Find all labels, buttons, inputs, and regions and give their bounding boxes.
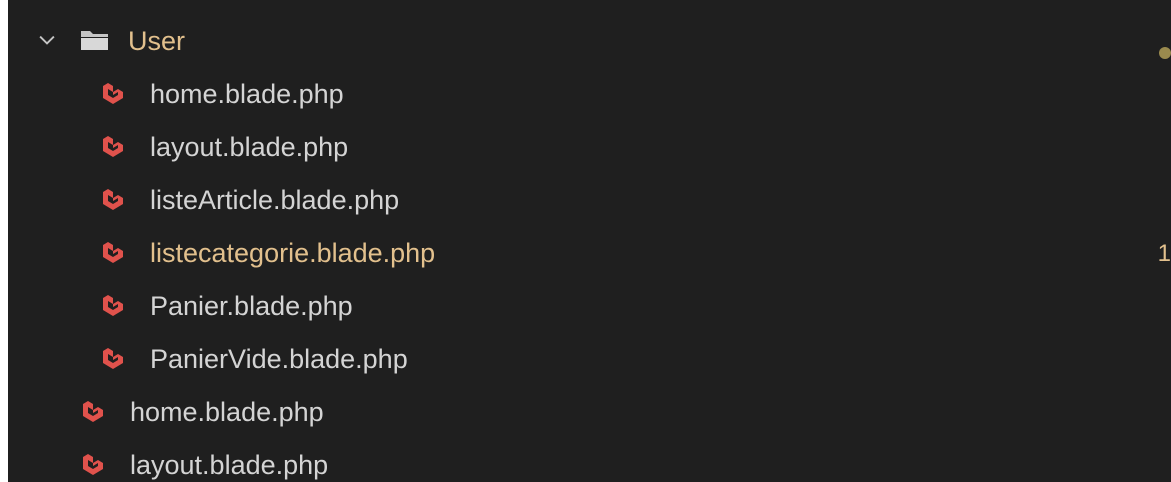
file-explorer: User home.blade.php layout.blade.php lis… <box>8 0 1171 482</box>
file-row[interactable]: listeArticle.blade.php <box>8 174 1171 227</box>
file-row[interactable]: home.blade.php <box>8 386 1171 439</box>
modified-dot-indicator <box>1159 47 1171 59</box>
folder-label: User <box>128 26 186 56</box>
laravel-icon <box>83 401 103 422</box>
file-label: PanierVide.blade.php <box>150 344 408 374</box>
file-row[interactable]: layout.blade.php <box>8 439 1171 482</box>
file-label: listeArticle.blade.php <box>150 185 400 215</box>
folder-row-user[interactable]: User <box>8 15 1171 68</box>
file-label: home.blade.php <box>150 79 344 109</box>
laravel-icon <box>103 242 123 263</box>
file-label: listecategorie.blade.php <box>150 238 436 268</box>
chevron-down-icon[interactable] <box>36 29 58 51</box>
file-label: home.blade.php <box>130 397 324 427</box>
file-label: layout.blade.php <box>130 450 329 480</box>
problem-count-badge: 1 <box>1157 240 1171 267</box>
file-label: Panier.blade.php <box>150 291 353 321</box>
laravel-icon <box>103 295 123 316</box>
laravel-icon <box>103 83 123 104</box>
laravel-icon <box>83 454 103 475</box>
file-row[interactable]: Panier.blade.php <box>8 280 1171 333</box>
file-row[interactable]: PanierVide.blade.php <box>8 333 1171 386</box>
laravel-icon <box>103 348 123 369</box>
file-row[interactable]: layout.blade.php <box>8 121 1171 174</box>
file-label: layout.blade.php <box>150 132 349 162</box>
file-row-modified[interactable]: listecategorie.blade.php 1 <box>8 227 1171 280</box>
folder-open-icon <box>81 31 108 50</box>
file-row[interactable]: home.blade.php <box>8 68 1171 121</box>
laravel-icon <box>103 136 123 157</box>
laravel-icon <box>103 189 123 210</box>
